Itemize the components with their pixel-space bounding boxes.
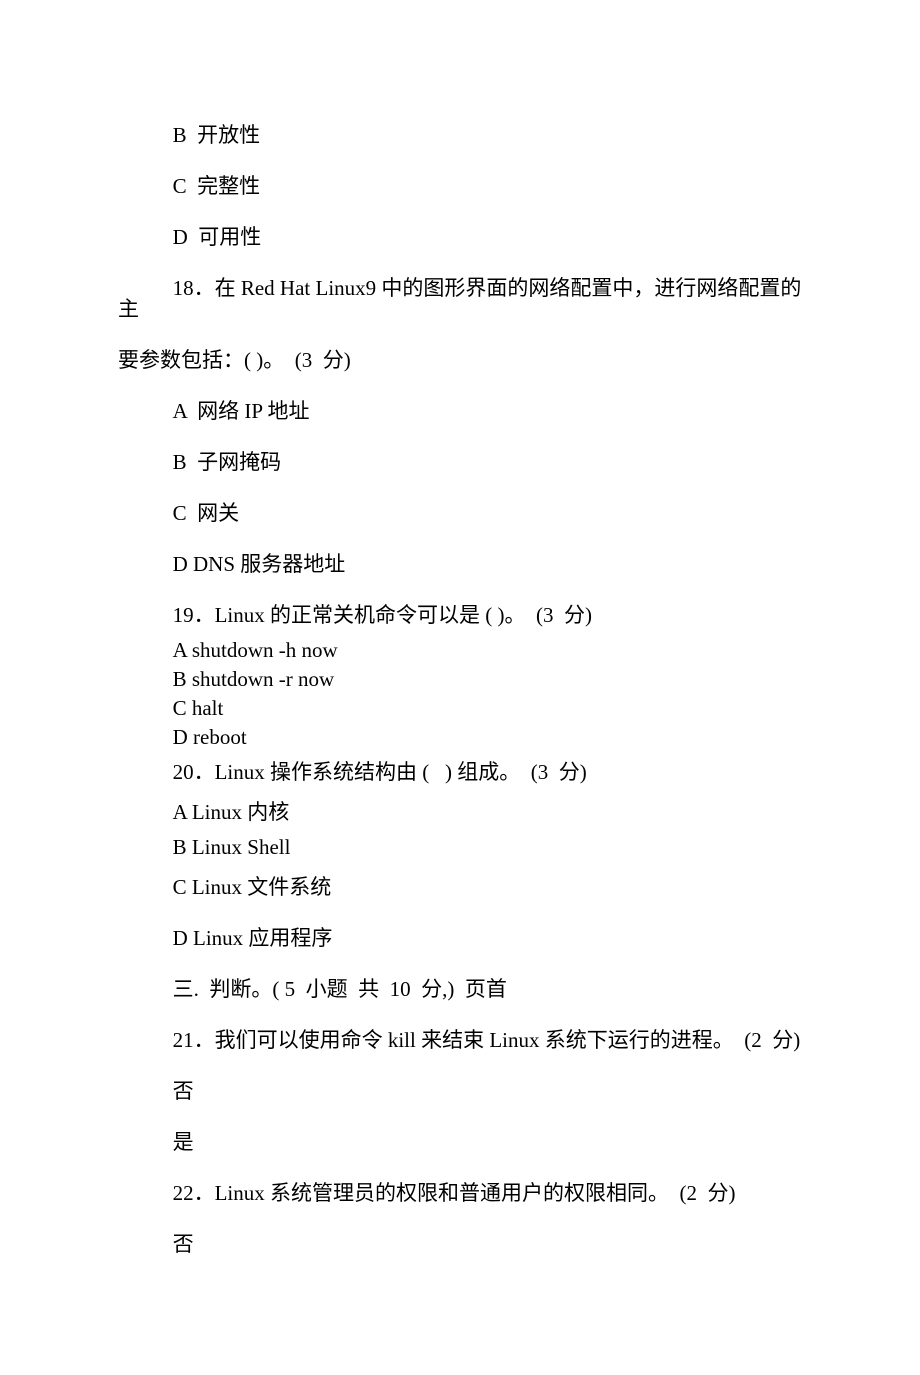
q17-option-d: D 可用性 — [118, 227, 802, 248]
section-3-heading: 三. 判断。( 5 小题 共 10 分,) 页首 — [118, 979, 802, 1000]
q18-text-line1: 18．在 Red Hat Linux9 中的图形界面的网络配置中，进行网络配置的… — [118, 278, 802, 320]
q21-answer-no: 否 — [118, 1081, 802, 1102]
q20-option-c: C Linux 文件系统 — [118, 877, 802, 898]
q20-option-b: B Linux Shell — [118, 837, 802, 858]
q18-text-line2: 要参数包括：( )。 (3 分) — [118, 350, 802, 371]
q22-text: 22．Linux 系统管理员的权限和普通用户的权限相同。 (2 分) — [118, 1183, 802, 1204]
q19-text: 19．Linux 的正常关机命令可以是 ( )。 (3 分) — [118, 605, 802, 626]
q18-option-c: C 网关 — [118, 503, 802, 524]
q20-text: 20．Linux 操作系统结构由 ( ) 组成。 (3 分) — [118, 762, 802, 783]
q19-option-b: B shutdown -r now — [118, 669, 802, 690]
q20-option-a: A Linux 内核 — [118, 802, 802, 823]
q18-option-a: A 网络 IP 地址 — [118, 401, 802, 422]
q19-option-c: C halt — [118, 698, 802, 719]
q22-answer-no: 否 — [118, 1234, 802, 1255]
q18-option-b: B 子网掩码 — [118, 452, 802, 473]
q19-option-d: D reboot — [118, 727, 802, 748]
q18-option-d: D DNS 服务器地址 — [118, 554, 802, 575]
q17-option-c: C 完整性 — [118, 176, 802, 197]
q20-option-d: D Linux 应用程序 — [118, 928, 802, 949]
q17-option-b: B 开放性 — [118, 125, 802, 146]
q21-answer-yes: 是 — [118, 1132, 802, 1153]
q21-text: 21．我们可以使用命令 kill 来结束 Linux 系统下运行的进程。 (2 … — [118, 1030, 802, 1051]
document-page: B 开放性 C 完整性 D 可用性 18．在 Red Hat Linux9 中的… — [0, 0, 920, 1375]
q19-option-a: A shutdown -h now — [118, 640, 802, 661]
